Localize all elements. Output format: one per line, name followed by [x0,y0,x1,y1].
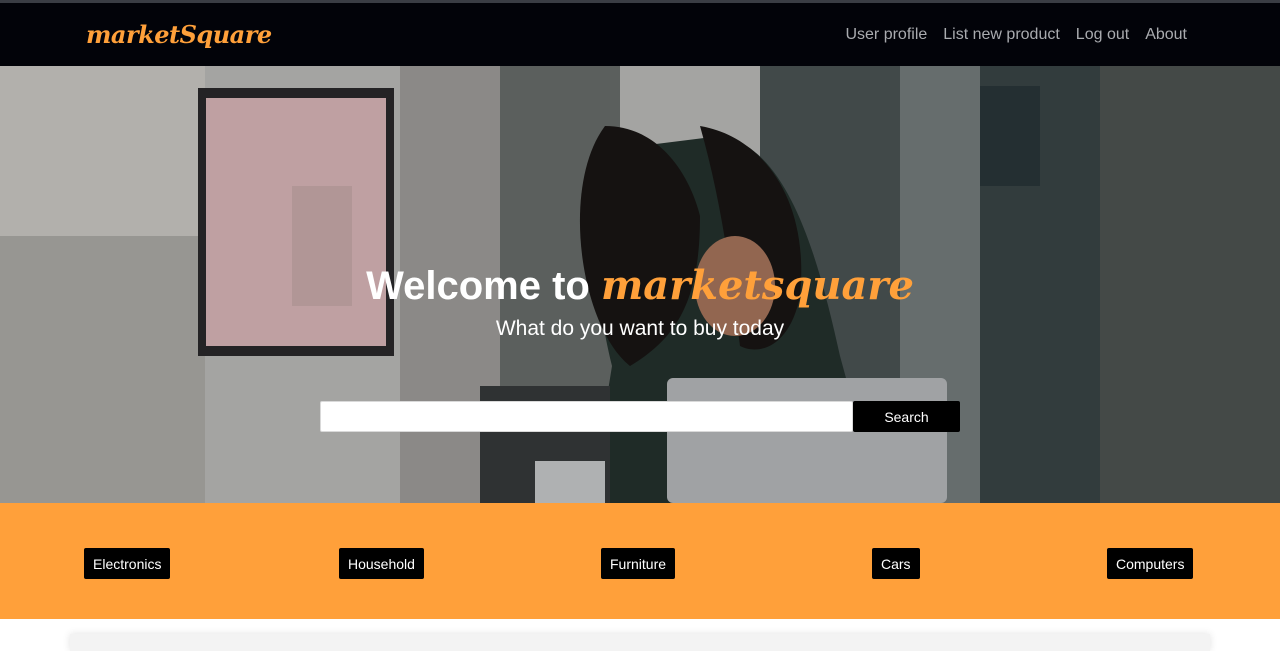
content-card [70,634,1210,651]
nav-list-new-product[interactable]: List new product [943,26,1060,44]
hero-title-prefix: Welcome to [366,264,601,308]
category-computers[interactable]: Computers [1107,548,1194,579]
hero-subtitle: What do you want to buy today [495,317,785,340]
hero-banner: Welcome to marketsquare What do you want… [0,66,1280,503]
search-form: Search [320,401,960,432]
search-button[interactable]: Search [853,401,960,432]
category-household[interactable]: Household [339,548,424,579]
category-cars[interactable]: Cars [872,548,920,579]
category-furniture[interactable]: Furniture [601,548,676,579]
category-bar: Electronics Household Furniture Cars Com… [0,503,1280,619]
hero-title: Welcome to marketsquare [0,262,1280,309]
nav-about[interactable]: About [1145,26,1187,44]
nav-links: User profile List new product Log out Ab… [845,26,1187,44]
nav-user-profile[interactable]: User profile [845,26,927,44]
brand-logo[interactable]: marketSquare [86,20,272,49]
nav-log-out[interactable]: Log out [1076,26,1129,44]
navbar: marketSquare User profile List new produ… [0,3,1280,66]
hero-title-accent: marketsquare [600,262,914,309]
hero-content: Welcome to marketsquare What do you want… [0,66,1280,503]
category-electronics[interactable]: Electronics [84,548,171,579]
search-input[interactable] [320,401,853,432]
